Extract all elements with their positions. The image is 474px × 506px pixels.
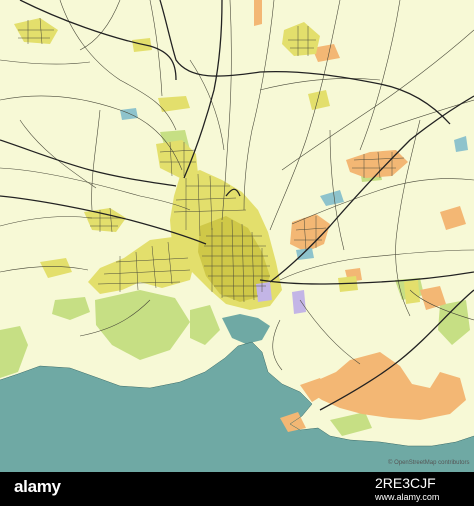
- stock-image-id: 2RE3CJF: [375, 475, 436, 491]
- image-frame: © OpenStreetMap contributors alamy 2RE3C…: [0, 0, 474, 506]
- watermark-footer: alamy 2RE3CJF www.alamy.com: [0, 472, 474, 506]
- city-map[interactable]: [0, 0, 474, 472]
- alamy-logo: alamy: [14, 477, 61, 497]
- logo-text: alamy: [14, 477, 61, 496]
- stock-site-url: www.alamy.com: [375, 492, 440, 502]
- map-attribution: © OpenStreetMap contributors: [388, 460, 470, 466]
